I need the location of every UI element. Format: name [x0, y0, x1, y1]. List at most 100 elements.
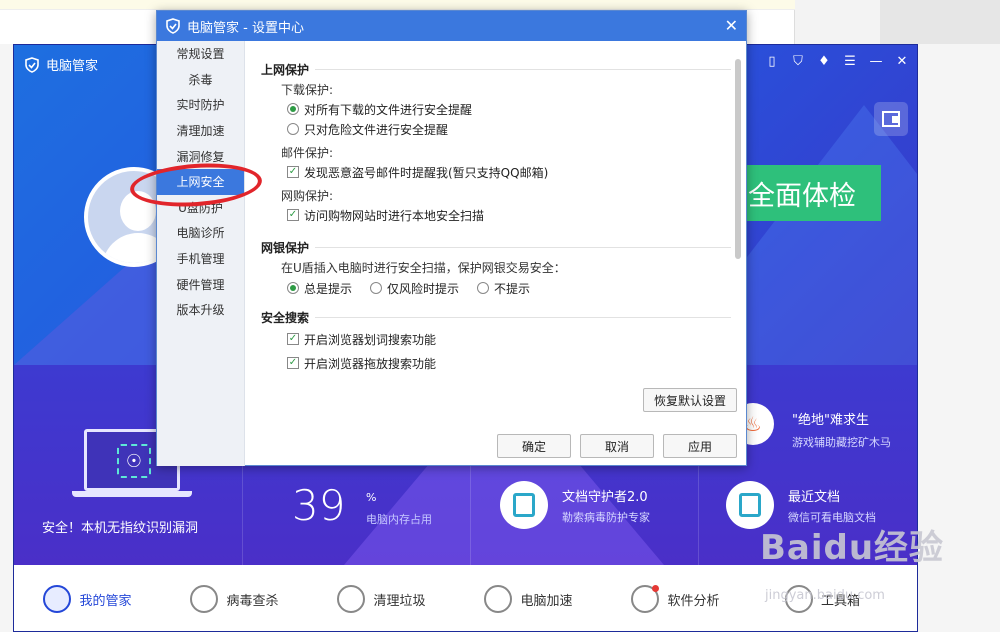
- app-titlebar: 电脑管家: [24, 55, 98, 74]
- promo-card[interactable]: "绝地"难求生 游戏辅助藏挖矿木马: [792, 409, 891, 450]
- radio-unchecked[interactable]: [287, 123, 299, 135]
- doc-guard-title: 文档守护者2.0: [562, 489, 648, 505]
- dialog-title: 电脑管家 - 设置中心: [187, 20, 304, 36]
- analysis-icon: [631, 585, 660, 613]
- nav-phone[interactable]: 手机管理: [157, 246, 244, 272]
- nav-speed-up[interactable]: 电脑加速: [455, 585, 602, 613]
- scrollbar[interactable]: [735, 59, 741, 259]
- nav-clinic[interactable]: 电脑诊所: [157, 220, 244, 246]
- shield-icon: [25, 56, 39, 73]
- shield-badge-icon[interactable]: ⛉: [791, 53, 805, 69]
- option-label: 开启浏览器拖放搜索功能: [304, 356, 437, 371]
- nav-upgrade[interactable]: 版本升级: [157, 297, 244, 323]
- section-web-protect: 上网保护: [261, 59, 731, 79]
- fingerprint-icon: ☉: [117, 444, 151, 478]
- checkbox-checked[interactable]: ✓: [287, 209, 299, 221]
- background-panel: [880, 0, 1000, 44]
- nav-software-analysis[interactable]: 软件分析: [602, 585, 749, 613]
- option-label: 仅风险时提示: [387, 281, 460, 296]
- bank-desc: 在U盾插入电脑时进行安全扫描，保护网银交易安全：: [281, 260, 566, 275]
- fingerprint-status: 安全！本机无指纹识别漏洞: [42, 521, 199, 536]
- nav-label: 病毒查杀: [226, 593, 279, 609]
- bank-none-radio[interactable]: 不提示: [477, 278, 530, 298]
- option-label: 开启浏览器划词搜索功能: [304, 332, 437, 347]
- radio-unchecked[interactable]: [477, 282, 490, 294]
- search-select-checkbox[interactable]: ✓ 开启浏览器划词搜索功能: [287, 329, 731, 349]
- menu-icon[interactable]: ☰: [843, 53, 857, 69]
- option-label: 发现恶意盗号邮件时提醒我(暂只支持QQ邮箱): [304, 165, 549, 180]
- option-label: 对所有下载的文件进行安全提醒: [304, 102, 473, 117]
- doc-guard-card[interactable]: 文档守护者2.0 勒索病毒防护专家: [500, 481, 650, 529]
- lightning-icon: [190, 585, 219, 613]
- download-protect-label: 下载保护:: [281, 82, 334, 97]
- memory-value: 39: [292, 481, 346, 530]
- search-drag-checkbox[interactable]: ✓ 开启浏览器拖放搜索功能: [287, 353, 731, 373]
- section-title: 网银保护: [261, 240, 310, 255]
- checkbox-checked[interactable]: ✓: [287, 166, 299, 178]
- exit-icon[interactable]: [874, 102, 908, 136]
- app-title: 电脑管家: [46, 59, 99, 74]
- minimize-icon[interactable]: —: [869, 53, 883, 69]
- shop-protect-label: 网购保护:: [281, 188, 334, 203]
- nav-antivirus[interactable]: 杀毒: [157, 67, 244, 93]
- nav-cleanup[interactable]: 清理加速: [157, 118, 244, 144]
- nav-label: 软件分析: [667, 593, 720, 609]
- nav-hardware[interactable]: 硬件管理: [157, 271, 244, 297]
- radio-checked[interactable]: [287, 282, 299, 294]
- baidu-watermark-url: jingyan.baidu.com: [765, 588, 885, 603]
- settings-dialog: 电脑管家 - 设置中心 ✕ 常规设置 杀毒 实时防护 清理加速 漏洞修复 上网安…: [156, 10, 747, 466]
- shirt-icon[interactable]: ♦: [817, 53, 831, 69]
- promo-title: "绝地"难求生: [792, 413, 869, 428]
- nav-label: 电脑加速: [520, 593, 573, 609]
- settings-nav: 常规设置 杀毒 实时防护 清理加速 漏洞修复 上网安全 U盘防护 电脑诊所 手机…: [157, 41, 245, 466]
- nav-realtime[interactable]: 实时防护: [157, 92, 244, 118]
- apply-button[interactable]: 应用: [663, 434, 737, 458]
- option-label: 访问购物网站时进行本地安全扫描: [304, 208, 485, 223]
- shop-checkbox[interactable]: ✓ 访问购物网站时进行本地安全扫描: [287, 205, 731, 225]
- recent-docs-title: 最近文档: [788, 489, 841, 505]
- section-title: 上网保护: [261, 62, 310, 77]
- nav-my-manager[interactable]: 我的管家: [14, 585, 161, 613]
- option-label: 只对危险文件进行安全提醒: [304, 122, 449, 137]
- dialog-titlebar: 电脑管家 - 设置中心: [157, 11, 746, 41]
- section-safe-search: 安全搜索: [261, 307, 731, 327]
- section-bank-protect: 网银保护: [261, 237, 731, 257]
- checkbox-checked[interactable]: ✓: [287, 357, 299, 369]
- mail-protect-label: 邮件保护:: [281, 145, 334, 160]
- option-label: 总是提示: [304, 281, 353, 296]
- shield-icon: [166, 18, 180, 34]
- full-check-button[interactable]: 全面体检: [742, 165, 881, 221]
- bank-always-radio[interactable]: 总是提示: [287, 278, 352, 298]
- nav-general[interactable]: 常规设置: [157, 41, 244, 67]
- mail-checkbox[interactable]: ✓ 发现恶意盗号邮件时提醒我(暂只支持QQ邮箱): [287, 162, 731, 182]
- restore-default-button[interactable]: 恢复默认设置: [643, 388, 737, 412]
- nav-clean-junk[interactable]: 清理垃圾: [308, 585, 455, 613]
- rocket-icon: [484, 585, 513, 613]
- phone-icon[interactable]: ▯: [765, 53, 779, 69]
- doc-guard-desc: 勒索病毒防护专家: [562, 510, 650, 524]
- settings-content: 上网保护 下载保护: 对所有下载的文件进行安全提醒 只对危险文件进行安全提醒 邮…: [261, 59, 731, 404]
- document-icon: [500, 481, 548, 529]
- bank-options: 总是提示 仅风险时提示 不提示: [287, 277, 731, 299]
- cancel-button[interactable]: 取消: [580, 434, 654, 458]
- broom-icon: [337, 585, 366, 613]
- download-danger-radio[interactable]: 只对危险文件进行安全提醒: [287, 119, 731, 139]
- window-controls: ▯ ⛉ ♦ ☰ — ✕: [765, 53, 909, 69]
- nav-label: 清理垃圾: [373, 593, 426, 609]
- radio-unchecked[interactable]: [370, 282, 383, 294]
- ok-button[interactable]: 确定: [497, 434, 571, 458]
- download-all-radio[interactable]: 对所有下载的文件进行安全提醒: [287, 99, 731, 119]
- nav-label: 我的管家: [79, 593, 132, 609]
- memory-label: 电脑内存占用: [366, 513, 432, 526]
- nav-virus-scan[interactable]: 病毒查杀: [161, 585, 308, 613]
- promo-desc: 游戏辅助藏挖矿木马: [792, 436, 891, 449]
- bank-risk-radio[interactable]: 仅风险时提示: [370, 278, 459, 298]
- user-icon: [43, 585, 72, 613]
- memory-unit: %: [366, 491, 377, 504]
- section-title: 安全搜索: [261, 310, 310, 325]
- dialog-close-icon[interactable]: ✕: [725, 16, 738, 35]
- close-icon[interactable]: ✕: [895, 53, 909, 69]
- option-label: 不提示: [494, 281, 531, 296]
- checkbox-checked[interactable]: ✓: [287, 333, 299, 345]
- radio-checked[interactable]: [287, 103, 299, 115]
